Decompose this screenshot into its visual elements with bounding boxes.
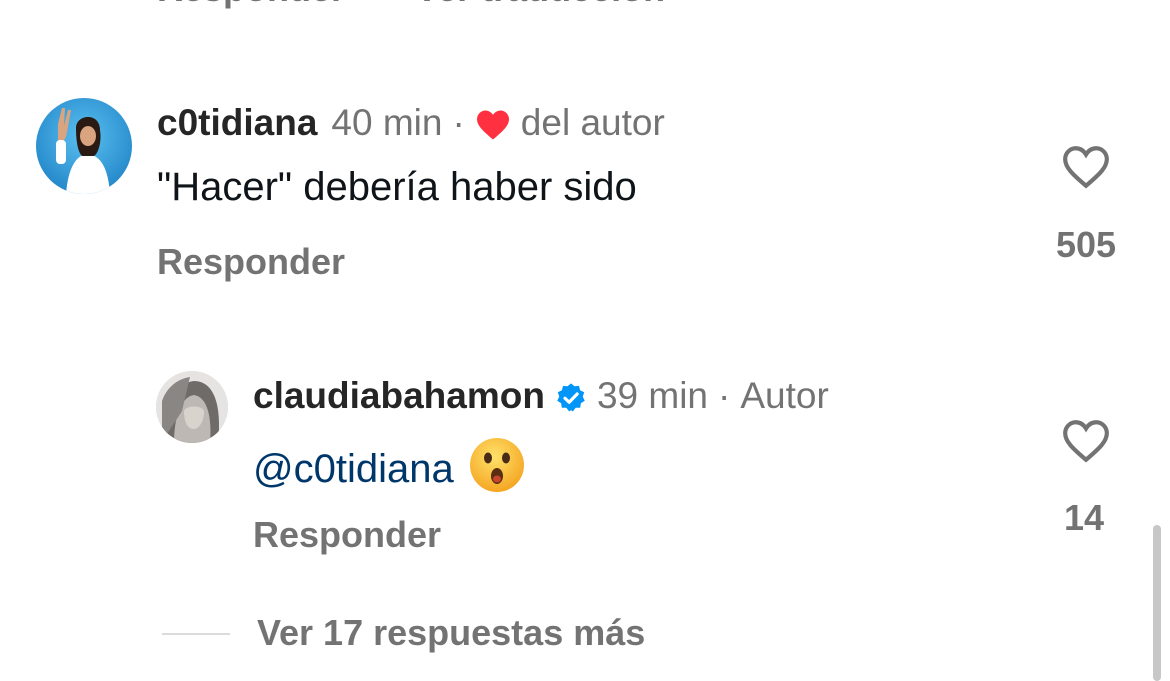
avatar[interactable] — [36, 98, 132, 194]
like-count: 505 — [1055, 224, 1117, 265]
like-count: 14 — [1063, 497, 1105, 538]
see-translation-button[interactable]: Ver traducción — [415, 0, 665, 9]
astonished-face-emoji: 😮 — [468, 436, 526, 494]
separator-dot: · — [452, 102, 465, 143]
reply-avatar[interactable] — [156, 371, 228, 443]
divider-line — [162, 633, 230, 635]
previous-comment-actions: Responder Ver traducción — [157, 0, 665, 10]
comment-time: 40 min — [331, 102, 443, 143]
separator-dot: · — [718, 375, 731, 416]
comment-text: "Hacer" debería haber sido — [157, 165, 637, 209]
reply-text: @c0tidiana 😮 — [253, 436, 526, 494]
view-more-replies-button[interactable]: Ver 17 respuestas más — [257, 612, 645, 654]
verified-badge-icon — [555, 380, 587, 412]
heart-outline-icon[interactable] — [1061, 418, 1111, 464]
comment-username[interactable]: c0tidiana — [157, 101, 317, 145]
heart-outline-icon[interactable] — [1061, 144, 1111, 190]
avatar-image — [36, 98, 132, 194]
avatar-image — [156, 371, 228, 443]
reply-button[interactable]: Responder — [157, 241, 345, 283]
reply-header: claudiabahamon 39 min · Autor — [253, 374, 829, 418]
reply-button[interactable]: Responder — [253, 514, 441, 556]
mention-link[interactable]: @c0tidiana — [253, 447, 454, 491]
reply-username[interactable]: claudiabahamon — [253, 374, 545, 418]
previous-reply-button[interactable]: Responder — [157, 0, 345, 9]
comment-header: c0tidiana 40 min · del autor — [157, 101, 665, 145]
liked-by-author-label: del autor — [520, 102, 665, 143]
reply-time: 39 min — [596, 375, 709, 416]
scrollbar[interactable] — [1153, 525, 1161, 681]
heart-filled-icon — [475, 107, 511, 140]
author-badge: Autor — [740, 375, 829, 416]
